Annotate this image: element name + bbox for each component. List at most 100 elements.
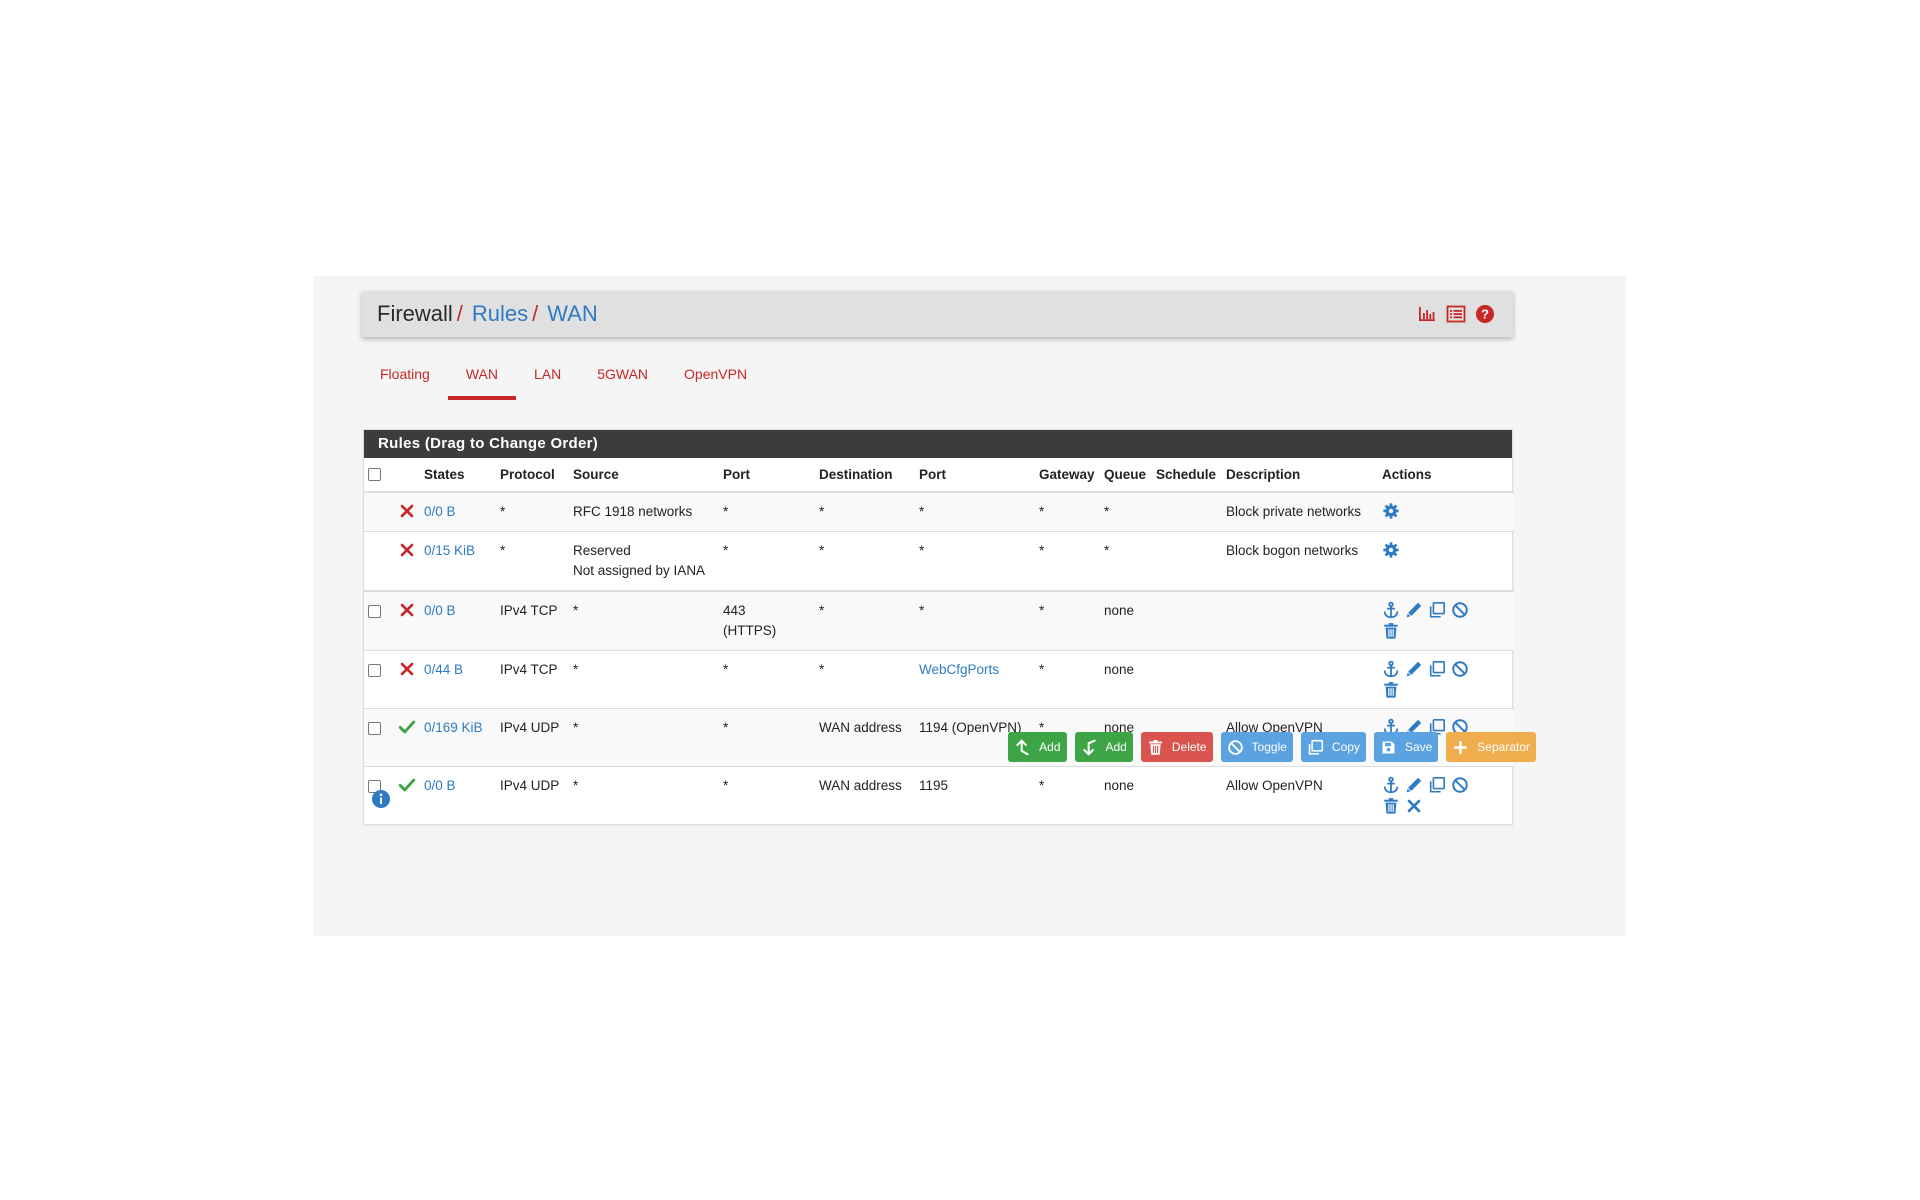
rule-source: *	[569, 650, 719, 709]
trash-icon	[1147, 739, 1164, 756]
rules-panel: Rules (Drag to Change Order) States Prot…	[363, 429, 1514, 825]
rule-states[interactable]: 0/169 KiB	[420, 708, 496, 767]
separator-button[interactable]: Separator	[1446, 732, 1536, 762]
rule-dest-port: 1195	[915, 766, 1035, 824]
rule-states-text[interactable]: 0/44 B	[424, 662, 463, 677]
rule-dest-port-text: *	[919, 543, 925, 558]
add-top-button[interactable]: Add	[1008, 732, 1067, 762]
rule-states[interactable]: 0/0 B	[420, 766, 496, 824]
plus-icon	[1452, 739, 1469, 756]
pass-icon	[398, 718, 416, 736]
add-bottom-button[interactable]: Add	[1074, 732, 1133, 762]
rule-source: RFC 1918 networks	[569, 491, 719, 532]
pass-icon	[398, 776, 416, 794]
trash-icon[interactable]	[1382, 797, 1400, 815]
rule-dest-port-text: *	[919, 603, 925, 618]
info-icon[interactable]	[371, 789, 391, 809]
rule-row[interactable]: 0/15 KiB * Reserved Not assigned by IANA * * *…	[364, 531, 1514, 591]
rule-schedule	[1152, 590, 1222, 651]
rule-description	[1222, 650, 1378, 709]
rule-row[interactable]: 0/44 B IPv4 TCP * * * WebCfgPorts * none	[364, 650, 1514, 709]
rule-states-text[interactable]: 0/0 B	[424, 778, 456, 793]
rule-protocol: *	[496, 491, 569, 532]
copy-button[interactable]: Copy	[1300, 732, 1366, 762]
rule-states-text[interactable]: 0/15 KiB	[424, 543, 475, 558]
rule-actions	[1378, 491, 1514, 532]
toggle-button[interactable]: Toggle	[1220, 732, 1293, 762]
trash-icon[interactable]	[1382, 681, 1400, 699]
breadcrumb-rules[interactable]: Rules	[472, 301, 528, 327]
block-icon	[398, 502, 416, 520]
pencil-icon[interactable]	[1405, 601, 1423, 619]
rule-description-text: Block private networks	[1226, 504, 1362, 519]
rule-description-text: Allow OpenVPN	[1226, 778, 1323, 793]
gear-icon[interactable]	[1382, 502, 1400, 520]
remove-icon[interactable]	[1405, 797, 1423, 815]
trash-icon[interactable]	[1382, 622, 1400, 640]
tab-lan[interactable]: LAN	[516, 358, 579, 388]
rule-actions	[1378, 766, 1514, 824]
block-icon	[398, 601, 416, 619]
list-icon[interactable]	[1446, 304, 1466, 324]
table-header-row: States Protocol Source Port Destination …	[364, 458, 1514, 493]
rule-queue: none	[1100, 650, 1152, 709]
rule-row[interactable]: 0/0 B * RFC 1918 networks * * * * * Block privat…	[364, 491, 1514, 532]
rule-states[interactable]: 0/44 B	[420, 650, 496, 709]
breadcrumb-separator: /	[532, 301, 539, 326]
tab-openvpn[interactable]: OpenVPN	[666, 358, 765, 388]
disable-icon[interactable]	[1451, 660, 1469, 678]
rule-source-text: RFC 1918 networks	[573, 504, 693, 519]
select-all-checkbox[interactable]	[368, 468, 381, 481]
rule-protocol-text: IPv4 UDP	[500, 778, 560, 793]
rule-source-text: Reserved	[573, 543, 631, 558]
rule-description: Block private networks	[1222, 491, 1378, 532]
tab-5gwan[interactable]: 5GWAN	[579, 358, 666, 388]
button-label: Copy	[1331, 740, 1360, 754]
tab-wan[interactable]: WAN	[447, 358, 517, 400]
disable-icon[interactable]	[1451, 601, 1469, 619]
rule-gateway: *	[1035, 650, 1100, 709]
rule-dest-port[interactable]: WebCfgPorts	[915, 650, 1035, 709]
rule-states-text[interactable]: 0/0 B	[424, 504, 456, 519]
anchor-icon[interactable]	[1382, 601, 1400, 619]
pencil-icon[interactable]	[1405, 660, 1423, 678]
header-dest-port: Port	[915, 458, 1035, 493]
rule-dest-port-text: 1194 (OpenVPN)	[919, 720, 1022, 735]
rule-dest-port-text[interactable]: WebCfgPorts	[919, 662, 999, 677]
pencil-icon[interactable]	[1405, 776, 1423, 794]
rule-queue-text: *	[1104, 504, 1110, 519]
row-checkbox[interactable]	[368, 722, 381, 735]
anchor-icon[interactable]	[1382, 660, 1400, 678]
rule-protocol-text: IPv4 UDP	[500, 720, 560, 735]
rule-dest-port: *	[915, 531, 1035, 591]
breadcrumb-wan[interactable]: WAN	[547, 301, 598, 327]
row-checkbox[interactable]	[368, 664, 381, 677]
copy-icon[interactable]	[1428, 601, 1446, 619]
tab-floating[interactable]: Floating	[362, 358, 448, 388]
rule-states[interactable]: 0/0 B	[420, 491, 496, 532]
rule-row[interactable]: 0/0 B IPv4 TCP * 443 (HTTPS) * * * none	[364, 590, 1514, 651]
disable-icon[interactable]	[1451, 776, 1469, 794]
rule-protocol: *	[496, 531, 569, 591]
rule-states-text[interactable]: 0/169 KiB	[424, 720, 483, 735]
rule-states-text[interactable]: 0/0 B	[424, 603, 456, 618]
rule-description: Allow OpenVPN	[1222, 766, 1378, 824]
help-icon[interactable]: ?	[1475, 304, 1495, 324]
rule-states[interactable]: 0/0 B	[420, 590, 496, 651]
copy-icon[interactable]	[1428, 660, 1446, 678]
rule-status-cell	[394, 531, 420, 591]
copy-icon[interactable]	[1428, 776, 1446, 794]
rule-row[interactable]: 0/0 B IPv4 UDP * * WAN address 1195 * none Allow…	[364, 766, 1514, 824]
save-button[interactable]: Save	[1373, 732, 1439, 762]
gear-icon[interactable]	[1382, 541, 1400, 559]
rule-states[interactable]: 0/15 KiB	[420, 531, 496, 591]
rule-source-text: *	[573, 603, 579, 618]
rule-destination: WAN address	[815, 766, 915, 824]
delete-button[interactable]: Delete	[1140, 732, 1213, 762]
anchor-icon[interactable]	[1382, 776, 1400, 794]
rule-status-cell	[394, 708, 420, 767]
header-states: States	[420, 458, 496, 493]
chart-icon[interactable]	[1417, 304, 1437, 324]
row-checkbox[interactable]	[368, 605, 381, 618]
rule-gateway: *	[1035, 531, 1100, 591]
